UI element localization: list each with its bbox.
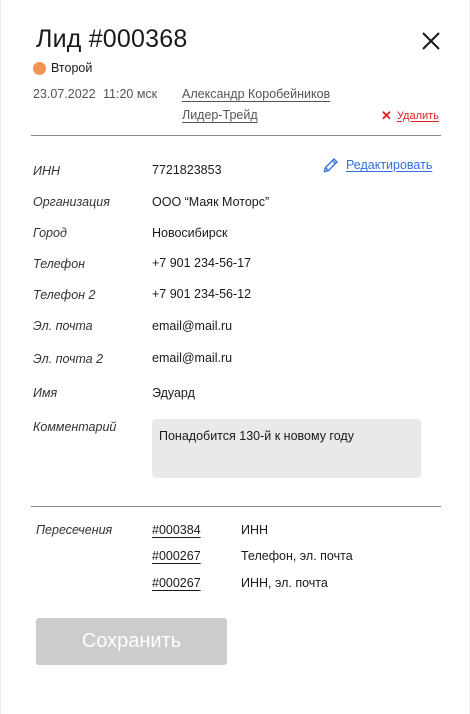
field-value-inn: 7721823853 <box>152 163 222 177</box>
field-label-comment: Комментарий <box>33 420 117 434</box>
x-icon: ✕ <box>381 108 392 123</box>
field-label-name: Имя <box>33 386 58 400</box>
lead-card: Лид #000368 Второй 23.07.2022 11:20 мск … <box>0 0 470 714</box>
field-label-organization: Организация <box>33 195 110 209</box>
company-link[interactable]: Лидер-Трейд <box>182 108 258 122</box>
status-label: Второй <box>51 61 93 75</box>
edit-button[interactable]: Редактировать <box>322 156 432 174</box>
field-label-email-2: Эл. почта 2 <box>33 352 104 366</box>
field-value-organization: ООО “Маяк Моторс” <box>152 195 270 209</box>
field-value-phone-2: +7 901 234-56-12 <box>152 287 252 301</box>
field-value-city: Новосибирск <box>152 226 228 240</box>
intersections-label: Пересечения <box>36 523 113 537</box>
status-dot-icon <box>33 61 46 75</box>
status-badge: Второй <box>33 61 92 75</box>
field-label-email: Эл. почта <box>33 319 93 333</box>
field-label-inn: ИНН <box>33 164 60 178</box>
field-label-city: Город <box>33 226 67 240</box>
field-label-phone: Телефон <box>33 257 86 271</box>
field-value-phone: +7 901 234-56-17 <box>152 256 252 270</box>
divider <box>31 135 441 136</box>
created-date: 23.07.2022 <box>33 87 96 101</box>
delete-button[interactable]: ✕ Удалить <box>381 109 439 122</box>
intersection-reason: ИНН <box>241 523 269 537</box>
field-value-email: email@mail.ru <box>152 319 233 333</box>
delete-label: Удалить <box>396 109 439 122</box>
edit-label: Редактировать <box>346 158 433 172</box>
close-icon <box>422 32 440 50</box>
comment-field[interactable]: Понадобится 130-й к новому году <box>152 419 421 478</box>
page-title: Лид #000368 <box>36 25 188 53</box>
field-label-phone-2: Телефон 2 <box>33 288 96 302</box>
field-value-name: Эдуард <box>152 386 195 400</box>
owner-link[interactable]: Александр Коробейников <box>182 87 330 101</box>
intersection-link[interactable]: #000384 <box>152 523 201 537</box>
pencil-icon <box>323 158 338 173</box>
intersection-link[interactable]: #000267 <box>152 576 201 590</box>
save-button[interactable]: Сохранить <box>36 618 227 665</box>
intersection-reason: Телефон, эл. почта <box>241 549 353 563</box>
divider <box>31 506 441 507</box>
intersection-reason: ИНН, эл. почта <box>241 576 328 590</box>
intersection-link[interactable]: #000267 <box>152 549 201 563</box>
field-value-email-2: email@mail.ru <box>152 351 233 365</box>
created-time: 11:20 мск <box>103 87 158 101</box>
close-button[interactable] <box>419 29 443 53</box>
